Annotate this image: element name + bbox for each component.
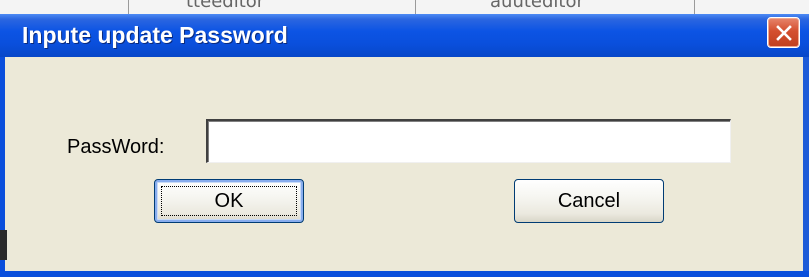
password-label: PassWord: [67,136,165,158]
dialog-frame-right [803,57,809,277]
close-button[interactable] [767,17,800,48]
ok-button-label: OK [214,189,244,212]
dialog-titlebar[interactable]: Inpute update Password [0,14,809,57]
background-artifact [0,230,7,260]
dialog-frame-bottom [0,271,809,277]
dialog-title: Inpute update Password [22,22,288,48]
ok-button[interactable]: OK [154,179,304,223]
password-dialog: Inpute update Password PassWord: OK Canc… [0,0,809,277]
cancel-button[interactable]: Cancel [514,179,664,223]
password-input[interactable] [206,119,731,163]
dialog-body: PassWord: OK Cancel [5,57,803,271]
close-icon [776,25,792,41]
cancel-button-label: Cancel [557,189,621,212]
